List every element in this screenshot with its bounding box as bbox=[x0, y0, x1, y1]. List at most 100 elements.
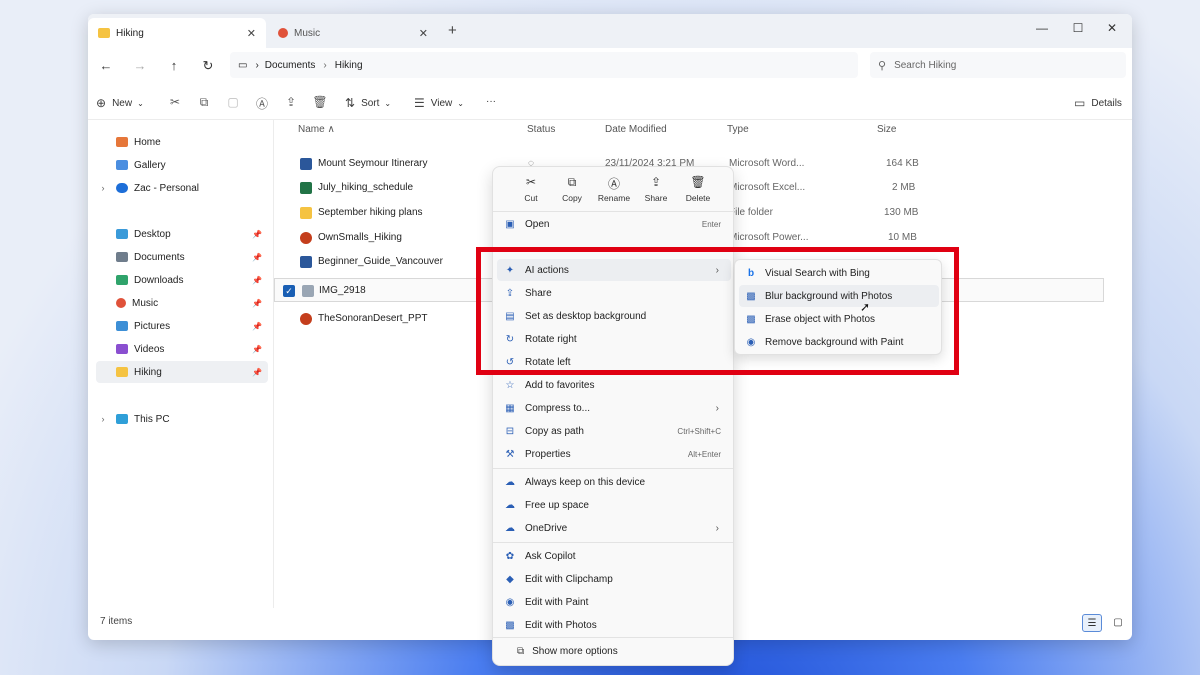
minimize-button[interactable]: — bbox=[1032, 21, 1052, 35]
folder-icon bbox=[116, 367, 128, 377]
new-tab-button[interactable]: + bbox=[448, 22, 457, 39]
breadcrumb[interactable]: ▭ › Documents › Hiking bbox=[230, 52, 858, 78]
file-type: Microsoft Word... bbox=[729, 158, 805, 169]
tab-hiking[interactable]: Hiking ✕ bbox=[88, 18, 266, 48]
chevron-right-icon[interactable]: › bbox=[96, 414, 110, 424]
sidebar-item-home[interactable]: Home bbox=[96, 131, 268, 153]
pin-icon[interactable]: 📌 bbox=[252, 253, 262, 262]
menu-item-show-more[interactable]: ⧉ Show more options bbox=[493, 637, 733, 665]
file-name: IMG_2918 bbox=[319, 285, 366, 296]
ctx-cut-label: Cut bbox=[524, 193, 538, 203]
sidebar-item-documents[interactable]: Documents 📌 bbox=[96, 246, 268, 268]
chevron-right-icon[interactable]: › bbox=[96, 183, 110, 193]
sidebar-item-hiking[interactable]: Hiking 📌 bbox=[96, 361, 268, 383]
delete-icon[interactable]: 🗑 bbox=[312, 95, 328, 109]
tiles-view-icon[interactable]: ▢ bbox=[1108, 614, 1128, 632]
paste-icon[interactable]: ▢ bbox=[225, 95, 241, 109]
menu-item-ask-copilot[interactable]: ✿ Ask Copilot bbox=[497, 545, 731, 567]
copy-icon[interactable]: ⧉ bbox=[196, 95, 212, 110]
sidebar-item-downloads[interactable]: Downloads 📌 bbox=[96, 269, 268, 291]
menu-item-properties[interactable]: ⚒ Properties Alt+Enter bbox=[497, 443, 731, 465]
close-window-button[interactable]: ✕ bbox=[1102, 21, 1122, 35]
sidebar-item-desktop[interactable]: Desktop 📌 bbox=[96, 223, 268, 245]
paint-icon: ◉ bbox=[505, 596, 515, 608]
sort-button[interactable]: ⇅ Sort ⌄ bbox=[345, 96, 391, 110]
column-header-name[interactable]: Name ∧ bbox=[298, 124, 335, 135]
breadcrumb-hiking[interactable]: Hiking bbox=[335, 60, 363, 71]
view-button[interactable]: ☰ View ⌄ bbox=[414, 96, 464, 110]
tab-label: Hiking bbox=[116, 27, 144, 39]
menu-item-keep-on-device[interactable]: ☁ Always keep on this device bbox=[497, 471, 731, 493]
sidebar-item-label: Zac - Personal bbox=[134, 182, 200, 194]
view-icon: ☰ bbox=[414, 96, 425, 110]
ctx-cut-button[interactable]: ✂ Cut bbox=[509, 175, 553, 203]
checkbox-checked-icon[interactable]: ✓ bbox=[283, 285, 295, 297]
onedrive-icon bbox=[116, 183, 128, 193]
sidebar-item-gallery[interactable]: Gallery bbox=[96, 154, 268, 176]
ctx-delete-label: Delete bbox=[685, 193, 711, 203]
file-size: 2 MB bbox=[892, 182, 916, 193]
menu-item-copy-path[interactable]: ⊟ Copy as path Ctrl+Shift+C bbox=[497, 420, 731, 442]
breadcrumb-documents[interactable]: Documents bbox=[265, 60, 316, 71]
maximize-button[interactable]: ☐ bbox=[1068, 21, 1088, 35]
file-name: July_hiking_schedule bbox=[318, 182, 414, 193]
details-button[interactable]: ▭ Details bbox=[1074, 96, 1122, 110]
close-tab-icon[interactable]: ✕ bbox=[419, 27, 428, 40]
chevron-down-icon: ⌄ bbox=[384, 98, 392, 108]
sidebar-item-music[interactable]: Music 📌 bbox=[96, 292, 268, 314]
refresh-button[interactable]: ↻ bbox=[198, 58, 218, 74]
forward-button[interactable]: → bbox=[130, 58, 150, 73]
pin-icon[interactable]: 📌 bbox=[252, 345, 262, 354]
sidebar-item-label: Hiking bbox=[134, 366, 162, 378]
file-size: 130 MB bbox=[884, 207, 919, 218]
new-button[interactable]: ⊕ New ⌄ bbox=[96, 96, 144, 110]
share-icon[interactable]: ⇪ bbox=[283, 95, 299, 109]
column-header-type[interactable]: Type bbox=[727, 124, 749, 135]
menu-item-label: Open bbox=[525, 218, 550, 230]
column-header-status[interactable]: Status bbox=[527, 124, 555, 135]
chevron-right-icon: › bbox=[255, 59, 259, 71]
documents-icon bbox=[116, 252, 128, 262]
pin-icon[interactable]: 📌 bbox=[252, 368, 262, 377]
cut-icon[interactable]: ✂ bbox=[167, 95, 183, 109]
sidebar-item-videos[interactable]: Videos 📌 bbox=[96, 338, 268, 360]
menu-item-onedrive[interactable]: ☁ OneDrive › bbox=[497, 517, 731, 539]
sidebar-item-pictures[interactable]: Pictures 📌 bbox=[96, 315, 268, 337]
column-header-date[interactable]: Date Modified bbox=[605, 124, 667, 135]
gallery-icon bbox=[116, 160, 128, 170]
menu-item-free-space[interactable]: ☁ Free up space bbox=[497, 494, 731, 516]
cloud-keep-icon: ☁ bbox=[505, 476, 515, 488]
clipchamp-icon: ◆ bbox=[506, 573, 514, 585]
sidebar-item-label: Downloads bbox=[134, 274, 184, 286]
ctx-copy-button[interactable]: ⧉ Copy bbox=[550, 175, 594, 203]
home-icon bbox=[116, 137, 128, 147]
menu-item-add-favorites[interactable]: ☆ Add to favorites bbox=[497, 374, 731, 396]
back-button[interactable]: ← bbox=[96, 58, 116, 73]
pin-icon[interactable]: 📌 bbox=[252, 322, 262, 331]
menu-item-edit-photos[interactable]: ▩ Edit with Photos bbox=[497, 614, 731, 636]
search-input[interactable]: ⚲ Search Hiking bbox=[870, 52, 1126, 78]
close-tab-icon[interactable]: ✕ bbox=[247, 27, 256, 40]
tab-music[interactable]: Music ✕ bbox=[268, 18, 438, 48]
menu-item-clipchamp[interactable]: ◆ Edit with Clipchamp bbox=[497, 568, 731, 590]
pin-icon[interactable]: 📌 bbox=[252, 299, 262, 308]
address-row: ← → ↑ ↻ ▭ › Documents › Hiking ⚲ Search … bbox=[88, 48, 1132, 86]
highlight-annotation-box bbox=[476, 247, 959, 375]
menu-item-open[interactable]: ▣ Open Enter bbox=[497, 213, 731, 235]
rename-icon[interactable]: Ⓐ bbox=[254, 95, 270, 112]
ctx-share-button[interactable]: ⇪ Share bbox=[634, 175, 678, 203]
pin-icon[interactable]: 📌 bbox=[252, 230, 262, 239]
menu-item-label: Edit with Clipchamp bbox=[525, 573, 613, 585]
sidebar-item-this-pc[interactable]: › This PC bbox=[96, 408, 268, 430]
column-header-size[interactable]: Size bbox=[877, 124, 896, 135]
ctx-rename-button[interactable]: Ⓐ Rename bbox=[592, 175, 636, 203]
properties-icon: ⚒ bbox=[505, 448, 515, 460]
details-view-icon[interactable]: ☰ bbox=[1082, 614, 1102, 632]
ctx-delete-button[interactable]: 🗑 Delete bbox=[676, 175, 720, 203]
sidebar-item-onedrive[interactable]: › Zac - Personal bbox=[96, 177, 268, 199]
menu-item-edit-paint[interactable]: ◉ Edit with Paint bbox=[497, 591, 731, 613]
up-button[interactable]: ↑ bbox=[164, 58, 184, 73]
menu-item-compress[interactable]: ▦ Compress to... › bbox=[497, 397, 731, 419]
pin-icon[interactable]: 📌 bbox=[252, 276, 262, 285]
more-button[interactable]: ··· bbox=[486, 96, 496, 107]
